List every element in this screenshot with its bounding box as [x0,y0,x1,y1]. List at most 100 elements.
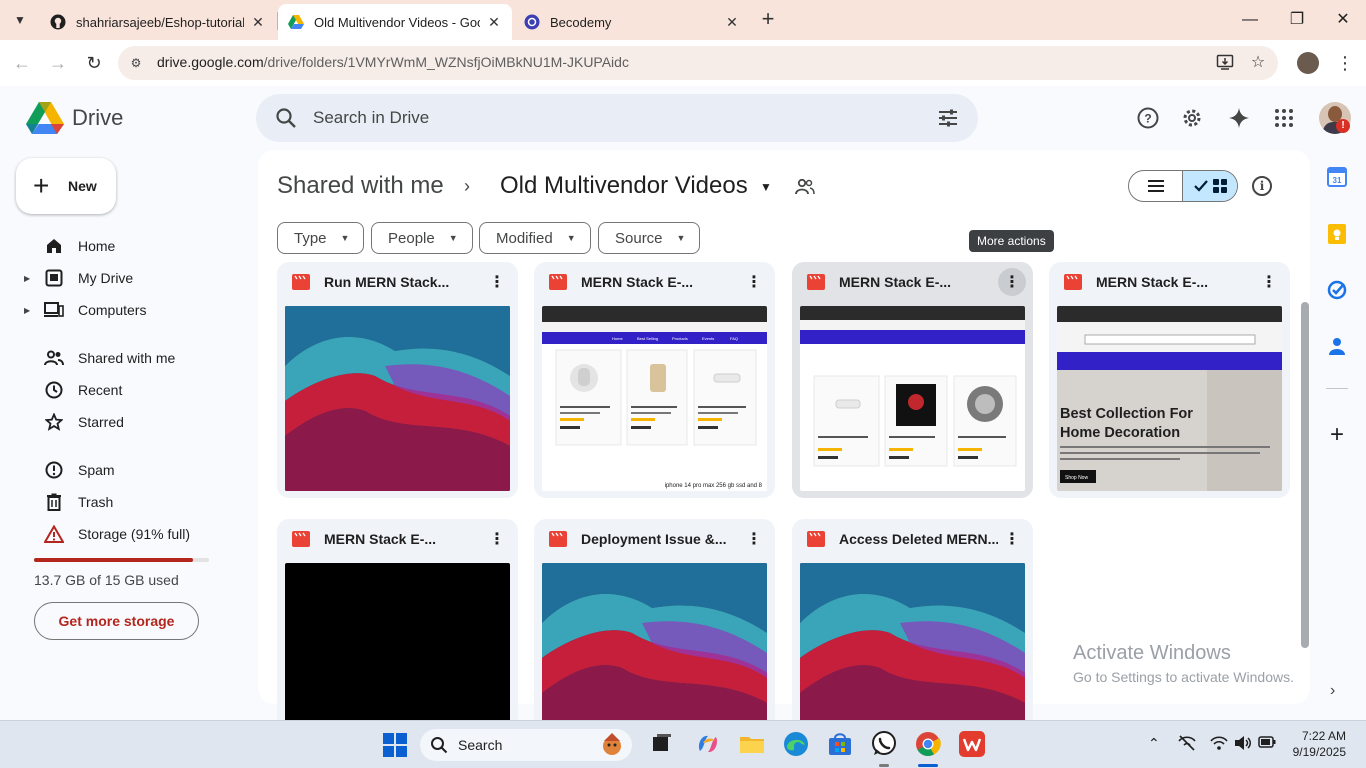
filter-chip-type[interactable]: Type ▼ [277,222,365,254]
settings-gear-icon[interactable] [1180,106,1204,130]
video-thumbnail: Best Collection For Home Decoration Shop… [1057,306,1282,491]
new-tab-button[interactable]: + [756,8,780,32]
nav-item-shared-with-me[interactable]: Shared with me [16,342,256,374]
thumb-nav-link: Events [702,336,714,341]
tab-title: shahriarsajeeb/Eshop-tutorial [76,14,244,30]
reload-icon[interactable]: ↻ [81,50,107,76]
site-info-icon[interactable]: ⚙ [126,53,146,73]
more-actions-icon[interactable]: ⋮ [740,268,768,296]
whatsapp-icon[interactable] [871,731,897,757]
forward-icon[interactable]: → [45,50,71,76]
tab-search-chevron-icon[interactable]: ▼ [8,8,32,32]
content-scrollbar[interactable] [1301,302,1309,648]
browser-tab-drive[interactable]: Old Multivendor Videos - Goog ✕ [278,4,512,40]
drive-logo[interactable]: Drive [26,101,123,135]
url-text[interactable]: drive.google.com/drive/folders/1VMYrWmM_… [157,54,629,70]
restore-icon[interactable]: ❐ [1283,6,1311,34]
drive-search-bar[interactable]: Search in Drive [256,94,978,142]
taskbar-clock[interactable]: 7:22 AM 9/19/2025 [1284,728,1346,760]
nav-item-my-drive[interactable]: ▶ My Drive [16,262,256,294]
contacts-icon[interactable] [1326,335,1348,357]
wifi-icon[interactable] [1210,735,1228,754]
taskbar-search-box[interactable]: Search [420,729,632,761]
watermark-line2: Go to Settings to activate Windows. [1073,669,1294,685]
wps-office-icon[interactable] [959,731,985,757]
nav-item-storage[interactable]: Storage (91% full) [16,518,256,550]
task-view-icon[interactable] [650,731,676,757]
filter-chip-people[interactable]: People ▼ [371,222,473,254]
breadcrumb-current-folder[interactable]: Old Multivendor Videos [500,172,748,200]
file-card[interactable]: MERN Stack E-... ⋮ [792,262,1033,498]
more-actions-icon[interactable]: ⋮ [483,268,511,296]
video-thumbnail: Home Best Selling Products Events FAQ ip… [542,306,767,491]
svg-text:?: ? [1144,112,1151,126]
browser-tab-becodemy[interactable]: Becodemy ✕ [514,4,750,40]
microsoft-store-icon[interactable] [827,731,853,757]
filter-chip-modified[interactable]: Modified ▼ [479,222,591,254]
apps-grid-icon[interactable] [1272,106,1296,130]
expand-caret-icon[interactable]: ▶ [24,274,34,283]
more-actions-icon[interactable]: ⋮ [740,525,768,553]
chrome-menu-icon[interactable]: ⋮ [1336,52,1354,74]
list-view-button[interactable] [1129,171,1183,201]
breadcrumb-shared-with-me[interactable]: Shared with me [277,172,444,200]
network-offline-icon[interactable] [1178,735,1196,754]
copilot-icon[interactable] [695,731,721,757]
keep-icon[interactable] [1326,223,1348,245]
tasks-icon[interactable] [1326,279,1348,301]
more-actions-icon[interactable]: ⋮ [998,268,1026,296]
folder-dropdown-icon[interactable]: ▼ [760,180,772,194]
help-icon[interactable]: ? [1136,106,1160,130]
more-actions-icon[interactable]: ⋮ [998,525,1026,553]
chrome-profile-avatar[interactable] [1297,52,1319,74]
nav-item-spam[interactable]: Spam [16,454,256,486]
nav-item-home[interactable]: Home [16,230,256,262]
file-explorer-icon[interactable] [739,731,765,757]
expand-caret-icon[interactable]: ▶ [24,306,34,315]
whatsapp-running-indicator [879,764,889,767]
windows-start-icon[interactable] [383,733,407,757]
calendar-icon[interactable]: 31 [1326,166,1348,188]
details-info-icon[interactable]: i [1252,176,1272,196]
search-options-icon[interactable] [936,106,960,130]
file-title: MERN Stack E-... [839,274,952,290]
nav-item-computers[interactable]: ▶ Computers [16,294,256,326]
add-addon-plus-icon[interactable]: + [1326,421,1348,448]
gemini-sparkle-icon[interactable] [1227,106,1251,130]
file-card[interactable]: Run MERN Stack... ⋮ [277,262,518,498]
shared-folder-people-icon[interactable] [794,176,816,198]
close-tab-icon[interactable]: ✕ [724,14,740,31]
nav-item-recent[interactable]: Recent [16,374,256,406]
file-title: Deployment Issue &... [581,531,727,547]
search-placeholder: Search in Drive [313,108,430,127]
get-more-storage-button[interactable]: Get more storage [34,602,199,640]
back-icon[interactable]: ← [9,50,35,76]
battery-icon[interactable] [1258,735,1276,751]
chrome-icon[interactable] [915,731,941,757]
close-tab-icon[interactable]: ✕ [250,14,266,31]
side-panel-collapse-chevron-icon[interactable]: › [1330,682,1335,700]
file-card[interactable]: MERN Stack E-... ⋮ Best Collection For H… [1049,262,1290,498]
nav-item-trash[interactable]: Trash [16,486,256,518]
grid-view-button[interactable] [1183,171,1237,201]
filter-chip-source[interactable]: Source ▼ [598,222,701,254]
edge-browser-icon[interactable] [783,731,809,757]
dropdown-arrow-icon: ▼ [448,233,458,243]
show-hidden-icons-chevron-icon[interactable]: ⌃ [1148,735,1160,752]
minimize-icon[interactable]: — [1236,6,1264,34]
address-bar[interactable]: ⚙ drive.google.com/drive/folders/1VMYrWm… [118,46,1278,80]
search-icon[interactable] [274,106,298,130]
file-card[interactable]: MERN Stack E-... ⋮ Home Best Selling Pro… [534,262,775,498]
more-actions-icon[interactable]: ⋮ [483,525,511,553]
close-tab-icon[interactable]: ✕ [486,14,502,31]
close-window-icon[interactable]: ✕ [1329,6,1357,34]
install-app-icon[interactable] [1215,53,1235,73]
more-actions-icon[interactable]: ⋮ [1255,268,1283,296]
new-button[interactable]: + New [16,158,116,214]
nav-item-starred[interactable]: Starred [16,406,256,438]
video-thumbnail [285,306,510,491]
volume-icon[interactable] [1234,735,1252,754]
video-file-icon [549,531,567,547]
browser-tab-github[interactable]: shahriarsajeeb/Eshop-tutorial ✕ [40,4,276,40]
bookmark-star-icon[interactable]: ☆ [1248,53,1268,73]
